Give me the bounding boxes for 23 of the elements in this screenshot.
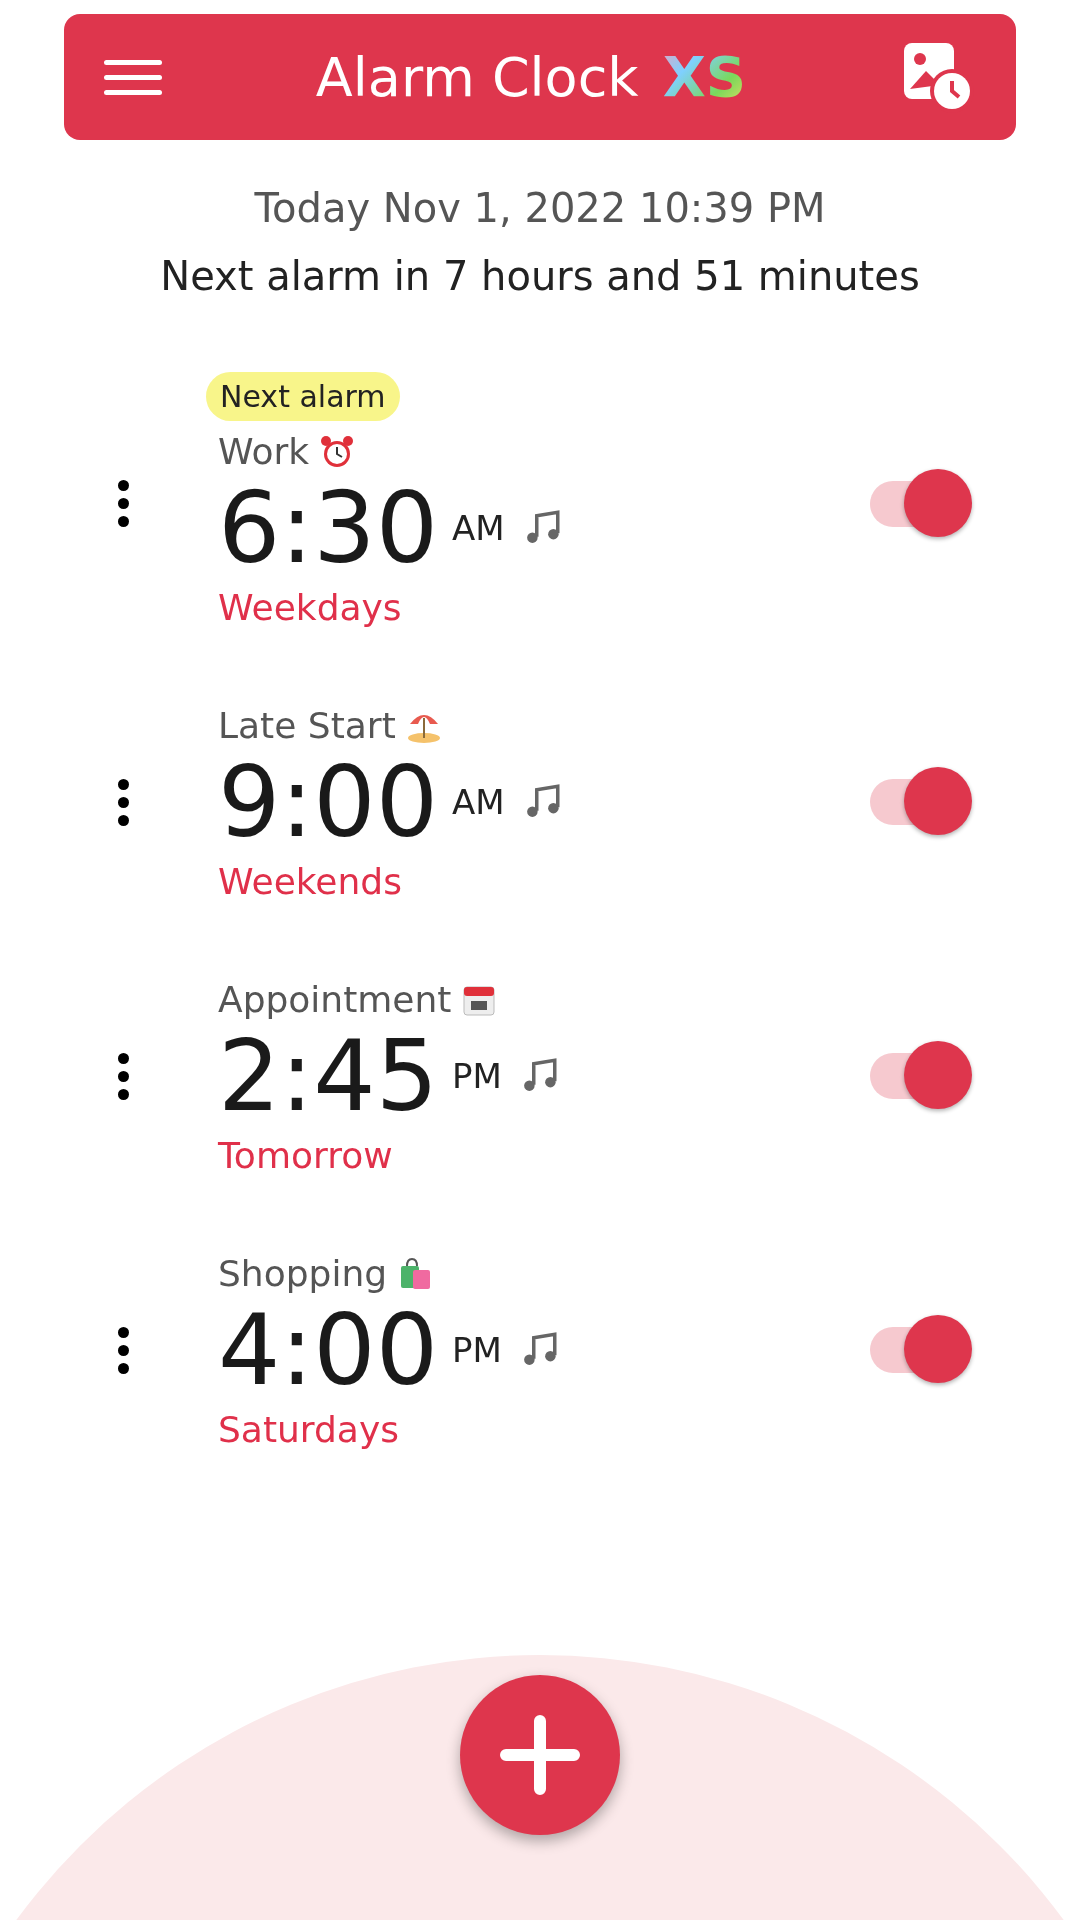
repeat-days: Tomorrow xyxy=(218,1129,393,1183)
repeat-days: Weekends xyxy=(218,855,402,909)
alarm-time: 6:30 xyxy=(218,479,439,577)
alarm-clock-icon xyxy=(319,434,356,470)
alarm-label: Shopping xyxy=(218,1252,388,1296)
alarm-period: AM xyxy=(452,785,505,819)
alarm-label: Appointment xyxy=(218,978,452,1022)
repeat-days: Saturdays xyxy=(218,1403,399,1457)
current-date: Today Nov 1, 2022 10:39 PM xyxy=(254,184,826,233)
alarm-time: 4:00 xyxy=(218,1301,439,1399)
app-title: Alarm Clock xyxy=(315,44,639,111)
alarm-label: Work xyxy=(218,430,310,474)
plus-icon xyxy=(500,1715,580,1795)
alarm-time: 9:00 xyxy=(218,753,439,851)
alarm-time: 2:45 xyxy=(218,1027,439,1125)
next-alarm-text: Next alarm in 7 hours and 51 minutes xyxy=(160,252,920,301)
alarm-period: PM xyxy=(452,1059,502,1093)
alarm-label: Late Start xyxy=(218,704,396,748)
alarm-period: AM xyxy=(452,511,505,545)
alarm-period: PM xyxy=(452,1333,502,1367)
menu-icon[interactable] xyxy=(104,59,162,95)
next-alarm-badge: Next alarm xyxy=(206,372,400,421)
repeat-days: Weekdays xyxy=(218,581,402,635)
